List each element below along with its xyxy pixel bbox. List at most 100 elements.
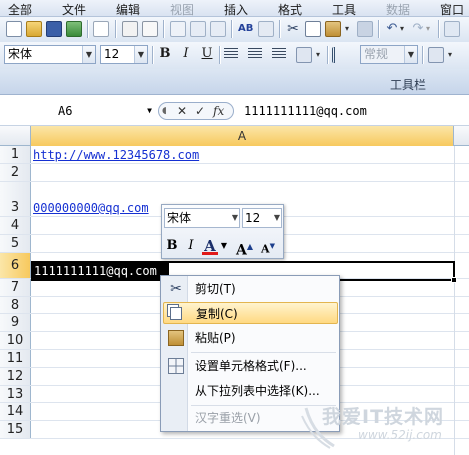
- paste-icon: [168, 330, 184, 346]
- insert-function-icon[interactable]: fx: [213, 103, 224, 119]
- menu-tools[interactable]: 工具: [332, 1, 356, 18]
- row-header[interactable]: 13: [0, 385, 31, 403]
- merge-dropdown-icon[interactable]: ▾: [316, 47, 324, 63]
- menu-file[interactable]: 文件: [62, 1, 86, 18]
- row-header-selected[interactable]: 6: [0, 252, 31, 278]
- cell-a6[interactable]: 1111111111@qq.com: [34, 262, 157, 280]
- row-header[interactable]: 12: [0, 367, 31, 385]
- row-header[interactable]: 3: [0, 181, 31, 217]
- mini-font-size-combo[interactable]: 12 ▼: [242, 208, 282, 228]
- toolbar-separator: [378, 20, 379, 38]
- chevron-down-icon[interactable]: ▼: [220, 237, 228, 255]
- bold-button[interactable]: B: [156, 45, 174, 63]
- toolbar-separator: [152, 46, 153, 64]
- row-header[interactable]: 1: [0, 146, 31, 163]
- row-header[interactable]: 8: [0, 296, 31, 314]
- menu-item-pick-from-list[interactable]: 从下拉列表中选择(K)...: [163, 380, 338, 402]
- merge-center-icon[interactable]: [296, 47, 312, 63]
- cut-icon[interactable]: ✂: [285, 21, 301, 37]
- select-all-corner[interactable]: [0, 126, 31, 146]
- cell-a3[interactable]: 000000000@qq.com: [33, 199, 149, 217]
- hyperlink-icon[interactable]: [444, 21, 460, 37]
- save-icon[interactable]: [46, 21, 62, 37]
- mini-font-name-combo[interactable]: 宋体 ▼: [164, 208, 240, 228]
- row-header[interactable]: 15: [0, 421, 31, 438]
- row-header[interactable]: 14: [0, 403, 31, 421]
- menu-all[interactable]: 全部: [8, 1, 32, 18]
- collapse-icon[interactable]: ◖: [162, 103, 167, 119]
- row-header[interactable]: 9: [0, 314, 31, 332]
- indent-icon[interactable]: [332, 47, 348, 63]
- new-document-icon[interactable]: [6, 21, 22, 37]
- mini-italic-button[interactable]: I: [184, 237, 198, 255]
- row-header[interactable]: 5: [0, 235, 31, 252]
- menu-insert[interactable]: 插入: [224, 1, 248, 18]
- align-right-icon[interactable]: [272, 48, 286, 59]
- menu-item-label: 复制(C): [196, 307, 238, 321]
- menu-format[interactable]: 格式: [278, 1, 302, 18]
- undo-icon[interactable]: ↶: [384, 21, 400, 37]
- chevron-down-icon[interactable]: ▼: [232, 209, 238, 227]
- align-center-icon[interactable]: [248, 48, 262, 59]
- cancel-icon[interactable]: ✕: [177, 103, 187, 119]
- mini-grow-font-button[interactable]: A▲: [236, 237, 253, 259]
- chevron-down-icon[interactable]: ▼: [274, 209, 280, 227]
- formula-input[interactable]: 1111111111@qq.com: [244, 102, 367, 120]
- toolbar-separator: [163, 20, 164, 38]
- borders-icon[interactable]: [428, 47, 444, 63]
- name-box[interactable]: A6 ▼: [2, 102, 154, 120]
- menu-item-copy[interactable]: 复制(C): [163, 302, 338, 324]
- font-size-value: 12: [104, 47, 120, 61]
- chevron-down-icon[interactable]: ▼: [147, 102, 152, 120]
- menu-window[interactable]: 窗口: [440, 1, 464, 18]
- fill-handle[interactable]: [451, 277, 457, 283]
- print-preview-icon[interactable]: [142, 21, 158, 37]
- borders-dropdown-icon[interactable]: ▾: [448, 47, 456, 63]
- underline-button[interactable]: U: [198, 45, 216, 63]
- align-left-icon[interactable]: [224, 48, 238, 59]
- mini-bold-button[interactable]: B: [164, 237, 180, 255]
- chevron-down-icon[interactable]: ▼: [82, 46, 95, 63]
- open-folder-icon[interactable]: [26, 21, 42, 37]
- paste-dropdown-icon[interactable]: ▾: [345, 21, 353, 37]
- menu-data[interactable]: 数据: [386, 1, 410, 18]
- enter-icon[interactable]: ✓: [195, 103, 205, 119]
- row-header[interactable]: 10: [0, 332, 31, 349]
- email-icon[interactable]: [93, 21, 109, 37]
- preview-icon[interactable]: [210, 21, 226, 37]
- redo-icon[interactable]: ↷: [410, 21, 426, 37]
- menu-item-cut[interactable]: ✂ 剪切(T): [163, 278, 338, 300]
- row-header[interactable]: 11: [0, 350, 31, 367]
- copy-icon[interactable]: [305, 21, 321, 37]
- toolbar-separator: [115, 20, 116, 38]
- font-size-combo[interactable]: 12 ▼: [100, 45, 148, 64]
- print-icon[interactable]: [122, 21, 138, 37]
- spelling-icon[interactable]: AB: [238, 21, 254, 37]
- redo-dropdown-icon[interactable]: ▾: [426, 21, 434, 37]
- menu-item-paste[interactable]: 粘贴(P): [163, 327, 338, 349]
- menu-view[interactable]: 视图: [170, 1, 194, 18]
- research-icon[interactable]: [170, 21, 186, 37]
- research-book-icon[interactable]: [258, 21, 274, 37]
- row-header[interactable]: 7: [0, 278, 31, 296]
- mini-shrink-font-button[interactable]: A▼: [260, 237, 276, 256]
- menu-edit[interactable]: 编辑: [116, 1, 140, 18]
- mini-font-color-button[interactable]: A: [202, 237, 218, 255]
- style-combo[interactable]: 常规 ▼: [360, 45, 418, 64]
- row-header[interactable]: 4: [0, 217, 31, 234]
- menu-item-label: 从下拉列表中选择(K)...: [195, 384, 320, 398]
- italic-button[interactable]: I: [177, 45, 195, 63]
- format-painter-icon[interactable]: [357, 21, 373, 37]
- document-icon[interactable]: [190, 21, 206, 37]
- undo-dropdown-icon[interactable]: ▾: [400, 21, 408, 37]
- cell-a1[interactable]: http://www.12345678.com: [33, 146, 199, 164]
- column-header-row: A: [0, 126, 469, 146]
- chevron-down-icon[interactable]: ▼: [404, 46, 417, 63]
- column-header-a[interactable]: A: [31, 126, 454, 146]
- font-name-combo[interactable]: 宋体 ▼: [4, 45, 96, 64]
- paste-icon[interactable]: [325, 21, 341, 37]
- menu-item-format-cells[interactable]: 设置单元格格式(F)...: [163, 355, 338, 377]
- row-header[interactable]: 2: [0, 163, 31, 181]
- permission-icon[interactable]: [66, 21, 82, 37]
- chevron-down-icon[interactable]: ▼: [134, 46, 147, 63]
